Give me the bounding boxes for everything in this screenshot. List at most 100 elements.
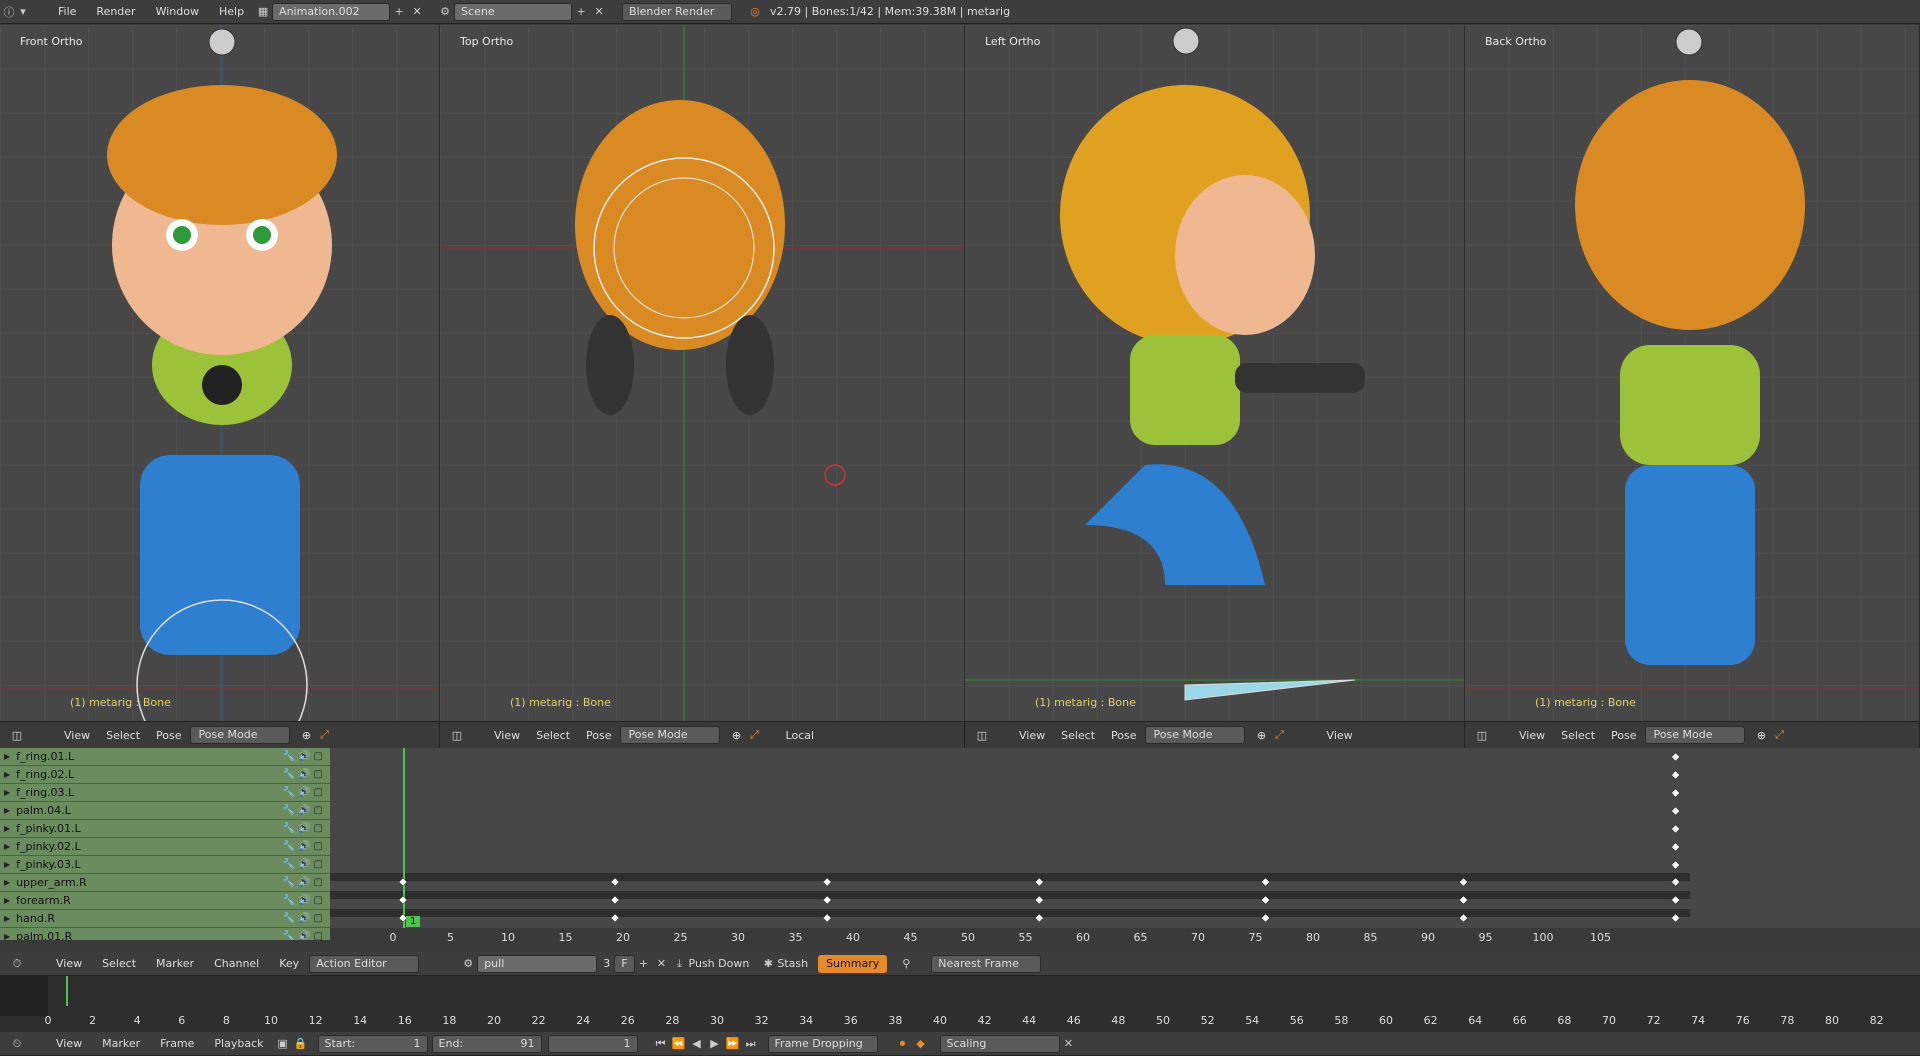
prev-key-icon[interactable]: ⏪: [670, 1035, 688, 1053]
expand-icon[interactable]: ▶: [4, 806, 10, 815]
stash-icon[interactable]: ✱: [759, 955, 777, 973]
expand-icon[interactable]: ▶: [4, 842, 10, 851]
stash-button[interactable]: Stash: [777, 957, 808, 970]
channel-toggles-icon[interactable]: 🔧🔊▢: [283, 823, 326, 834]
push-down-button[interactable]: Push Down: [689, 957, 750, 970]
mode-select[interactable]: Pose Mode: [1144, 726, 1245, 744]
dope-ruler[interactable]: 0 5 10 15 20 25 30 35 40 45 50 55 60 65 70 75 80 85 90 95 10…: [330, 928, 1920, 946]
record-icon[interactable]: ⏺: [894, 1035, 912, 1053]
keyframe-diamond[interactable]: [1671, 752, 1680, 762]
delete-scene-icon[interactable]: ✕: [590, 3, 608, 21]
channel-toggles-icon[interactable]: 🔧🔊▢: [283, 751, 326, 762]
pivot-icon[interactable]: ⊕: [1253, 726, 1271, 744]
editor-type-icon[interactable]: ◫: [1473, 726, 1491, 744]
expand-icon[interactable]: ▶: [4, 752, 10, 761]
editor-type-icon[interactable]: ⏲: [8, 1035, 26, 1053]
menu-playback[interactable]: Playback: [204, 1037, 273, 1050]
expand-icon[interactable]: ▶: [4, 896, 10, 905]
keyframe-diamond[interactable]: [1671, 806, 1680, 816]
channel-toggles-icon[interactable]: 🔧🔊▢: [283, 913, 326, 924]
manipulator-icon[interactable]: ⤢: [1271, 726, 1289, 744]
dropdown-icon[interactable]: ▾: [18, 3, 28, 21]
screen-layout-icon[interactable]: ▦: [254, 3, 272, 21]
snap-mode-select[interactable]: Nearest Frame: [931, 954, 1042, 973]
current-frame-field[interactable]: 1: [547, 1034, 638, 1053]
menu-select[interactable]: Select: [92, 957, 146, 970]
menu-frame[interactable]: Frame: [150, 1037, 204, 1050]
editor-type-icon[interactable]: ◫: [448, 726, 466, 744]
menu-select[interactable]: Select: [528, 729, 578, 742]
menu-view[interactable]: View: [486, 729, 528, 742]
push-down-icon[interactable]: ⤓: [671, 955, 689, 973]
orientation-select[interactable]: Local: [778, 729, 823, 742]
screen-name-field[interactable]: Animation.002: [272, 2, 391, 21]
menu-view[interactable]: View: [46, 957, 92, 970]
add-scene-icon[interactable]: +: [572, 3, 590, 21]
channel-toggles-icon[interactable]: 🔧🔊▢: [283, 895, 326, 906]
filter-icon[interactable]: ⚲: [897, 955, 915, 973]
keyframe-diamond[interactable]: [1671, 824, 1680, 834]
scene-name-field[interactable]: Scene: [454, 2, 573, 21]
channel-toggles-icon[interactable]: 🔧🔊▢: [283, 859, 326, 870]
expand-icon[interactable]: ▶: [4, 770, 10, 779]
menu-help[interactable]: Help: [209, 5, 254, 18]
menu-select[interactable]: Select: [1053, 729, 1103, 742]
channel-row[interactable]: ▶ f_ring.03.L 🔧🔊▢: [0, 784, 330, 802]
menu-file[interactable]: File: [48, 5, 86, 18]
channel-toggles-icon[interactable]: 🔧🔊▢: [283, 769, 326, 780]
menu-window[interactable]: Window: [146, 5, 209, 18]
summary-toggle[interactable]: Summary: [818, 954, 888, 973]
menu-view[interactable]: View: [46, 1037, 92, 1050]
editor-mode-select[interactable]: Action Editor: [309, 954, 420, 973]
expand-icon[interactable]: ▶: [4, 824, 10, 833]
channel-row[interactable]: ▶ palm.01.R 🔧🔊▢: [0, 928, 330, 940]
pivot-icon[interactable]: ⊕: [728, 726, 746, 744]
menu-view[interactable]: View: [1011, 729, 1053, 742]
next-key-icon[interactable]: ⏩: [724, 1035, 742, 1053]
expand-icon[interactable]: ▶: [4, 788, 10, 797]
keyframe-diamond[interactable]: [1671, 842, 1680, 852]
end-frame-field[interactable]: End: 91: [431, 1034, 542, 1053]
mode-select[interactable]: Pose Mode: [619, 726, 720, 744]
viewport-front[interactable]: Front Ortho (1) metarig : Bone: [0, 25, 440, 721]
pivot-icon[interactable]: ⊕: [298, 726, 316, 744]
play-icon[interactable]: ▶: [706, 1035, 724, 1053]
menu-pose[interactable]: Pose: [148, 729, 189, 742]
channel-row[interactable]: ▶ palm.04.L 🔧🔊▢: [0, 802, 330, 820]
editor-type-icon[interactable]: ⏱: [8, 955, 26, 973]
menu-channel[interactable]: Channel: [204, 957, 269, 970]
channel-row[interactable]: ▶ f_ring.01.L 🔧🔊▢: [0, 748, 330, 766]
lock-icon[interactable]: 🔒: [292, 1035, 310, 1053]
channel-toggles-icon[interactable]: 🔧🔊▢: [283, 841, 326, 852]
keying-set-select[interactable]: Scaling: [939, 1034, 1060, 1053]
keyframe-diamond[interactable]: [1671, 770, 1680, 780]
manipulator-icon[interactable]: ⤢: [746, 726, 764, 744]
sync-mode-select[interactable]: Frame Dropping: [767, 1034, 878, 1053]
keyframe-diamond[interactable]: [1671, 788, 1680, 798]
menu-select[interactable]: Select: [98, 729, 148, 742]
mode-select[interactable]: Pose Mode: [1644, 726, 1745, 744]
menu-key[interactable]: Key: [269, 957, 309, 970]
expand-icon[interactable]: ▶: [4, 860, 10, 869]
manipulator-icon[interactable]: ⤢: [1771, 726, 1789, 744]
channel-row[interactable]: ▶ f_ring.02.L 🔧🔊▢: [0, 766, 330, 784]
menu-pose[interactable]: Pose: [1603, 729, 1644, 742]
jump-start-icon[interactable]: ⏮: [652, 1035, 670, 1053]
expand-icon[interactable]: ▶: [4, 914, 10, 923]
info-icon[interactable]: ⓘ: [0, 3, 18, 21]
mode-select[interactable]: Pose Mode: [189, 726, 290, 744]
expand-icon[interactable]: ▶: [4, 878, 10, 887]
channel-row[interactable]: ▶ upper_arm.R 🔧🔊▢: [0, 874, 330, 892]
editor-type-icon[interactable]: ◫: [8, 726, 26, 744]
manipulator-icon[interactable]: ⤢: [316, 726, 334, 744]
channel-toggles-icon[interactable]: 🔧🔊▢: [283, 787, 326, 798]
action-name-field[interactable]: pull: [477, 954, 598, 973]
preview-range-icon[interactable]: ▣: [274, 1035, 292, 1053]
keying-icon[interactable]: ◆: [912, 1035, 930, 1053]
fake-user-toggle[interactable]: F: [614, 954, 635, 973]
menu-marker[interactable]: Marker: [146, 957, 204, 970]
channel-toggles-icon[interactable]: 🔧🔊▢: [283, 805, 326, 816]
viewport-top[interactable]: Top Ortho (1) metarig : Bone: [440, 25, 965, 721]
action-browse-icon[interactable]: ⚙: [459, 955, 477, 973]
scene-icon[interactable]: ⚙: [436, 3, 454, 21]
